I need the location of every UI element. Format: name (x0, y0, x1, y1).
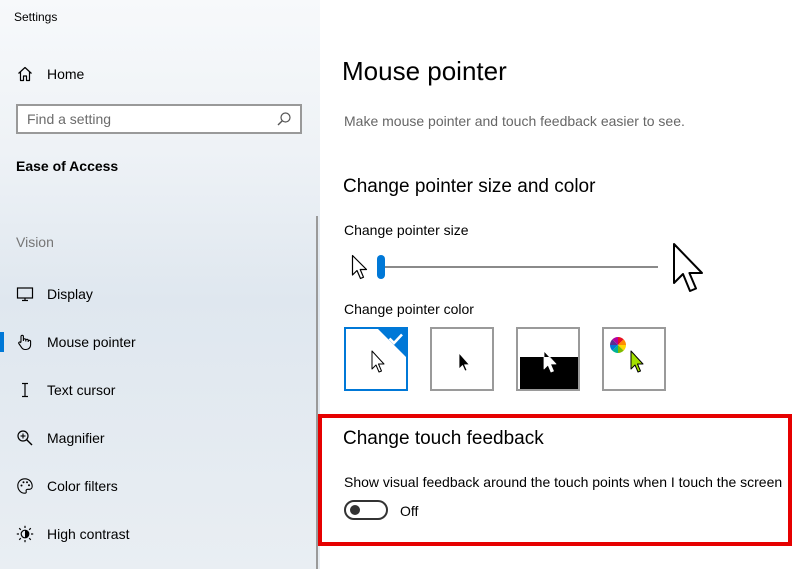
touch-feedback-description: Show visual feedback around the touch po… (344, 474, 783, 490)
pointer-color-custom-option[interactable] (602, 327, 666, 391)
sidebar-item-label: Display (47, 286, 93, 302)
text-cursor-icon (16, 381, 34, 399)
touch-feedback-toggle[interactable] (344, 500, 388, 520)
pointer-color-black-option[interactable] (430, 327, 494, 391)
high-contrast-icon (16, 525, 34, 543)
search-box[interactable] (16, 104, 302, 134)
display-icon (16, 285, 34, 303)
pointer-size-slider-thumb[interactable] (377, 255, 385, 279)
page-title: Mouse pointer (342, 56, 507, 86)
sidebar: Settings Home Ease of Access Vision Disp… (0, 0, 320, 569)
pointer-color-custom-preview (610, 337, 644, 373)
small-cursor-icon (351, 254, 371, 282)
sidebar-item-label: Color filters (47, 478, 118, 494)
large-cursor-icon (672, 242, 710, 298)
search-icon[interactable] (276, 111, 292, 127)
pointer-section-heading: Change pointer size and color (343, 176, 596, 197)
group-label-vision: Vision (16, 234, 54, 250)
search-input[interactable] (18, 105, 276, 133)
main-content: Mouse pointer Make mouse pointer and tou… (318, 0, 806, 569)
active-indicator (0, 332, 4, 352)
sidebar-item-high-contrast[interactable]: High contrast (0, 510, 320, 558)
sidebar-item-text-cursor[interactable]: Text cursor (0, 366, 320, 414)
magnifier-icon (16, 429, 34, 447)
pointer-color-inverted-preview (520, 350, 578, 389)
sidebar-item-label: High contrast (47, 526, 130, 542)
pointer-color-black-preview (458, 352, 470, 372)
home-label: Home (47, 66, 85, 82)
touch-section-heading: Change touch feedback (343, 428, 544, 449)
pointer-size-slider-track[interactable] (380, 266, 658, 268)
sidebar-item-display[interactable]: Display (0, 270, 320, 318)
page-description: Make mouse pointer and touch feedback ea… (344, 113, 685, 129)
home-icon (16, 65, 34, 83)
sidebar-item-label: Magnifier (47, 430, 105, 446)
color-filters-icon (16, 477, 34, 495)
pointer-color-white-option[interactable] (344, 327, 408, 391)
toggle-state-label: Off (400, 503, 419, 519)
pointer-color-white-preview (371, 329, 406, 373)
pointer-color-inverted-option[interactable] (516, 327, 580, 391)
sidebar-nav: Display Mouse pointer Text cursor Magnif… (0, 270, 320, 558)
section-title: Ease of Access (16, 158, 119, 174)
sidebar-item-color-filters[interactable]: Color filters (0, 462, 320, 510)
mouse-pointer-icon (16, 333, 34, 351)
pointer-size-label: Change pointer size (344, 222, 469, 238)
app-title: Settings (14, 10, 58, 24)
sidebar-item-mouse-pointer[interactable]: Mouse pointer (0, 318, 320, 366)
toggle-knob (350, 505, 360, 515)
sidebar-item-label: Text cursor (47, 382, 116, 398)
pointer-color-label: Change pointer color (344, 301, 474, 317)
home-nav-item[interactable]: Home (16, 63, 84, 85)
sidebar-item-label: Mouse pointer (47, 334, 136, 350)
sidebar-item-magnifier[interactable]: Magnifier (0, 414, 320, 462)
